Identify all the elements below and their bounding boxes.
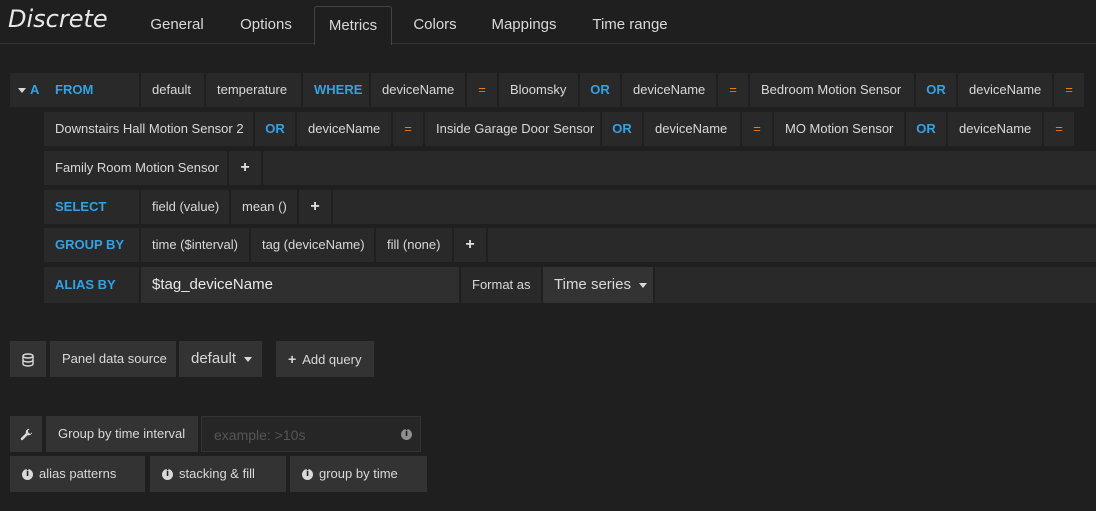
where-value-3[interactable]: Downstairs Hall Motion Sensor 2: [44, 112, 253, 146]
chevron-down-icon: [244, 356, 253, 362]
stacking-fill-button[interactable]: i stacking & fill: [150, 456, 286, 492]
alias-by-keyword: ALIAS BY: [44, 267, 139, 303]
where-or-4[interactable]: OR: [602, 112, 642, 146]
where-value-5[interactable]: MO Motion Sensor: [774, 112, 904, 146]
where-or-1[interactable]: OR: [580, 73, 620, 107]
tab-options[interactable]: Options: [227, 6, 305, 44]
where-operator-3[interactable]: =: [1054, 73, 1084, 107]
format-as-select[interactable]: Time series: [543, 267, 653, 303]
retention-policy[interactable]: default: [141, 73, 204, 107]
measurement[interactable]: temperature: [206, 73, 301, 107]
plus-icon: +: [288, 351, 297, 367]
tab-general[interactable]: General: [137, 6, 217, 44]
alias-input[interactable]: $tag_deviceName: [141, 267, 459, 303]
where-tag-key-2[interactable]: deviceName: [622, 73, 716, 107]
where-value-1[interactable]: Bloomsky: [499, 73, 578, 107]
where-or-3[interactable]: OR: [255, 112, 295, 146]
datasource-select[interactable]: default: [179, 341, 262, 377]
stacking-fill-label: stacking & fill: [179, 466, 255, 481]
database-icon: [22, 352, 34, 367]
options-icon-box: [10, 416, 42, 452]
where-or-2[interactable]: OR: [916, 73, 956, 107]
alias-patterns-label: alias patterns: [39, 466, 117, 481]
select-row-filler: [333, 190, 1096, 224]
chevron-down-icon: [638, 282, 647, 288]
alias-patterns-button[interactable]: i alias patterns: [10, 456, 145, 492]
where-operator-2[interactable]: =: [718, 73, 748, 107]
select-field[interactable]: field (value): [141, 190, 229, 224]
add-where-button[interactable]: +: [229, 151, 261, 185]
info-icon[interactable]: i: [401, 429, 412, 440]
where-tag-key-5[interactable]: deviceName: [644, 112, 740, 146]
query-collapse-toggle[interactable]: A: [10, 73, 44, 107]
where-tag-key-6[interactable]: deviceName: [948, 112, 1042, 146]
select-function[interactable]: mean (): [231, 190, 297, 224]
where-operator-5[interactable]: =: [742, 112, 772, 146]
wrench-icon: [20, 428, 32, 441]
add-query-button[interactable]: + Add query: [276, 341, 374, 377]
datasource-icon-box: [10, 341, 46, 377]
where-value-4[interactable]: Inside Garage Door Sensor: [425, 112, 600, 146]
add-group-by-button[interactable]: +: [454, 228, 486, 262]
add-query-label: Add query: [302, 352, 362, 367]
alias-row-filler: [655, 267, 1096, 303]
chevron-down-icon: [18, 88, 26, 94]
tab-time-range[interactable]: Time range: [580, 6, 680, 44]
where-tag-key-3[interactable]: deviceName: [958, 73, 1052, 107]
group-by-interval-placeholder: example: >10s: [214, 427, 306, 443]
info-icon: i: [22, 469, 33, 481]
tab-colors[interactable]: Colors: [401, 6, 469, 44]
panel-data-source-label: Panel data source: [50, 341, 176, 377]
where-operator-4[interactable]: =: [393, 112, 423, 146]
where-row-filler: [263, 151, 1096, 185]
from-keyword: FROM: [44, 73, 139, 107]
format-as-label: Format as: [461, 267, 541, 303]
group-by-interval-input[interactable]: example: >10s i: [201, 416, 421, 452]
group-by-row-filler: [488, 228, 1096, 262]
group-by-time-help-label: group by time: [319, 466, 398, 481]
where-tag-key-4[interactable]: deviceName: [297, 112, 391, 146]
group-by-keyword: GROUP BY: [44, 228, 139, 262]
datasource-value: default: [191, 350, 237, 367]
where-value-2[interactable]: Bedroom Motion Sensor: [750, 73, 914, 107]
where-keyword: WHERE: [303, 73, 369, 107]
group-by-fill[interactable]: fill (none): [376, 228, 452, 262]
select-keyword: SELECT: [44, 190, 139, 224]
tab-metrics[interactable]: Metrics: [314, 6, 392, 45]
format-as-value: Time series: [554, 276, 631, 293]
where-operator-1[interactable]: =: [467, 73, 497, 107]
group-by-interval-label: Group by time interval: [46, 416, 198, 452]
info-icon: i: [162, 469, 173, 481]
info-icon: i: [302, 469, 313, 481]
where-value-6[interactable]: Family Room Motion Sensor: [44, 151, 227, 185]
group-by-tag[interactable]: tag (deviceName): [251, 228, 374, 262]
panel-title: Discrete: [8, 5, 108, 33]
where-or-5[interactable]: OR: [906, 112, 946, 146]
add-select-button[interactable]: +: [299, 190, 331, 224]
where-operator-6[interactable]: =: [1044, 112, 1074, 146]
query-letter: A: [30, 82, 40, 97]
group-by-time[interactable]: time ($interval): [141, 228, 249, 262]
where-tag-key-1[interactable]: deviceName: [371, 73, 465, 107]
tab-mappings[interactable]: Mappings: [479, 6, 569, 44]
group-by-time-help-button[interactable]: i group by time: [290, 456, 427, 492]
